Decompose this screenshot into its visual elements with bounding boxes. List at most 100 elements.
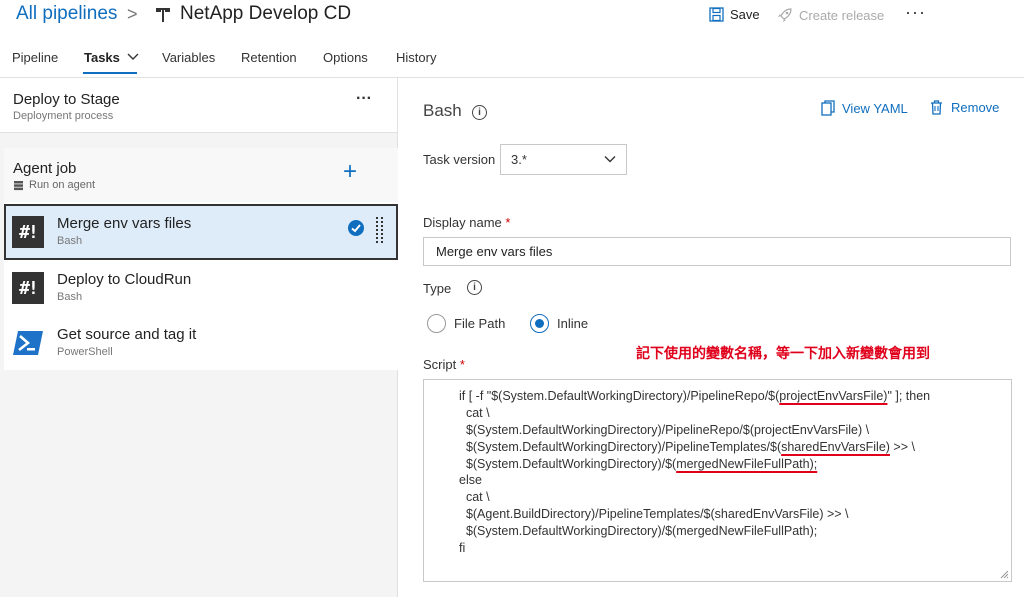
chevron-down-icon [604, 156, 616, 163]
script-text: cat \ [459, 405, 490, 420]
tab-retention[interactable]: Retention [241, 50, 297, 65]
radio-circle [427, 314, 446, 333]
add-task-button[interactable]: + [343, 160, 357, 184]
script-text: else [459, 473, 482, 488]
display-name-input[interactable]: Merge env vars files [423, 237, 1011, 266]
stage-subtitle: Deployment process [13, 110, 114, 122]
task-detail-panel: Bash i View YAML Remove Task version 3.*… [399, 78, 1024, 597]
highlighted-variable: sharedEnvVarsFile) [781, 439, 890, 454]
save-button[interactable]: Save [709, 7, 760, 22]
tab-pipeline[interactable]: Pipeline [12, 50, 58, 65]
tab-tasks-label: Tasks [84, 50, 120, 65]
script-line: cat \ [459, 405, 930, 422]
task-item-deploy-cloudrun[interactable]: #! Deploy to CloudRun Bash [4, 260, 398, 316]
tab-history[interactable]: History [396, 50, 436, 65]
task-version-label: Task version [423, 152, 496, 167]
create-release-label: Create release [799, 7, 885, 23]
radio-inline-label: Inline [557, 316, 589, 331]
script-line: $(System.DefaultWorkingDirectory)/$(merg… [459, 523, 930, 540]
tab-variables[interactable]: Variables [162, 50, 215, 65]
script-text: $(Agent.BuildDirectory)/PipelineTemplate… [459, 507, 849, 522]
rocket-icon [778, 8, 792, 22]
script-text: >> \ [889, 439, 915, 454]
task-item-merge-env-vars[interactable]: #! Merge env vars files Bash [4, 204, 398, 260]
task-name: Get source and tag it [57, 326, 197, 343]
script-text: cat \ [459, 490, 490, 505]
task-type: Bash [57, 291, 83, 303]
script-text: if [ -f "$(System.DefaultWorkingDirector… [459, 389, 780, 403]
required-mark: * [459, 357, 465, 372]
tab-options[interactable]: Options [323, 50, 368, 65]
checkmark-icon [348, 220, 364, 236]
bash-icon: #! [12, 272, 44, 304]
resize-handle-icon[interactable] [999, 569, 1009, 579]
task-version-select[interactable]: 3.* [500, 144, 627, 175]
radio-inline[interactable]: Inline [530, 314, 588, 333]
script-line: $(Agent.BuildDirectory)/PipelineTemplate… [459, 506, 930, 523]
view-yaml-label: View YAML [842, 100, 908, 116]
script-label: Script * [423, 357, 465, 372]
required-mark: * [505, 215, 511, 230]
script-label-text: Script [423, 357, 457, 372]
script-text: $(System.DefaultWorkingDirectory)/$( [459, 456, 677, 471]
drag-handle-icon[interactable] [376, 216, 384, 246]
save-label: Save [730, 7, 760, 22]
type-label: Type [423, 281, 452, 296]
chevron-down-icon [127, 53, 139, 60]
script-line: else [459, 472, 930, 489]
all-pipelines-link[interactable]: All pipelines [16, 3, 117, 25]
script-line: $(System.DefaultWorkingDirectory)/Pipeli… [459, 422, 930, 439]
task-type: PowerShell [57, 346, 113, 358]
agent-job[interactable]: Agent job Run on agent + [4, 148, 398, 202]
job-list: Agent job Run on agent + #! Merge env va… [4, 148, 398, 370]
radio-file-path[interactable]: File Path [427, 314, 505, 333]
script-text: " ]; then [887, 389, 931, 403]
script-text: $(System.DefaultWorkingDirectory)/Pipeli… [459, 422, 870, 437]
radio-file-path-label: File Path [454, 316, 506, 331]
powershell-icon [13, 331, 43, 355]
agent-job-subtitle: Run on agent [13, 179, 95, 191]
release-pipeline-icon [156, 8, 170, 22]
stage-header[interactable]: Deploy to Stage Deployment process ··· [0, 78, 397, 133]
trash-icon [931, 100, 942, 115]
script-text: $(System.DefaultWorkingDirectory)/$(merg… [459, 524, 818, 539]
info-icon[interactable]: i [467, 280, 482, 295]
create-release-button[interactable]: Create release [777, 7, 884, 23]
header: All pipelines > NetApp Develop CD Save C… [0, 0, 1024, 32]
script-text: fi [459, 541, 466, 556]
script-line: $(System.DefaultWorkingDirectory)/$(merg… [459, 456, 930, 473]
annotation-note: 記下使用的變數名稱，等一下加入新變數會用到 [636, 346, 930, 362]
tab-tasks[interactable]: Tasks [84, 50, 139, 65]
script-text: $(System.DefaultWorkingDirectory)/Pipeli… [459, 439, 782, 454]
tab-bar: Pipeline Tasks Variables Retention Optio… [0, 44, 1024, 76]
task-list-panel: Deploy to Stage Deployment process ··· A… [0, 78, 398, 597]
stage-more-button[interactable]: ··· [356, 90, 372, 108]
view-yaml-button[interactable]: View YAML [821, 100, 908, 116]
task-version-value: 3.* [511, 152, 527, 167]
script-line: $(System.DefaultWorkingDirectory)/Pipeli… [459, 439, 930, 456]
script-line: cat \ [459, 489, 930, 506]
display-name-label: Display name * [423, 215, 510, 230]
info-icon[interactable]: i [472, 105, 487, 120]
agent-job-subtitle-text: Run on agent [29, 179, 96, 191]
task-detail-title: Bash [423, 101, 462, 120]
pipeline-title: NetApp Develop CD [180, 3, 352, 24]
script-textarea[interactable]: if [ -f "$(System.DefaultWorkingDirector… [423, 379, 1012, 582]
display-name-label-text: Display name [423, 215, 502, 230]
stage-title: Deploy to Stage [13, 91, 120, 108]
script-line: if [ -f "$(System.DefaultWorkingDirector… [459, 388, 930, 405]
highlighted-variable: projectEnvVarsFile) [779, 389, 888, 403]
display-name-value: Merge env vars files [436, 244, 553, 259]
task-name: Deploy to CloudRun [57, 271, 192, 288]
remove-label: Remove [951, 100, 1000, 115]
script-line: fi [459, 540, 930, 557]
remove-button[interactable]: Remove [930, 100, 999, 115]
active-tab-indicator [83, 72, 137, 74]
more-actions-button[interactable]: ··· [905, 2, 926, 23]
task-type: Bash [57, 235, 83, 247]
task-item-get-source[interactable]: Get source and tag it PowerShell [4, 315, 398, 371]
script-content: if [ -f "$(System.DefaultWorkingDirector… [459, 388, 930, 557]
bash-icon: #! [12, 216, 44, 248]
breadcrumb-chevron-icon: > [127, 4, 138, 24]
radio-circle-selected [530, 314, 549, 333]
